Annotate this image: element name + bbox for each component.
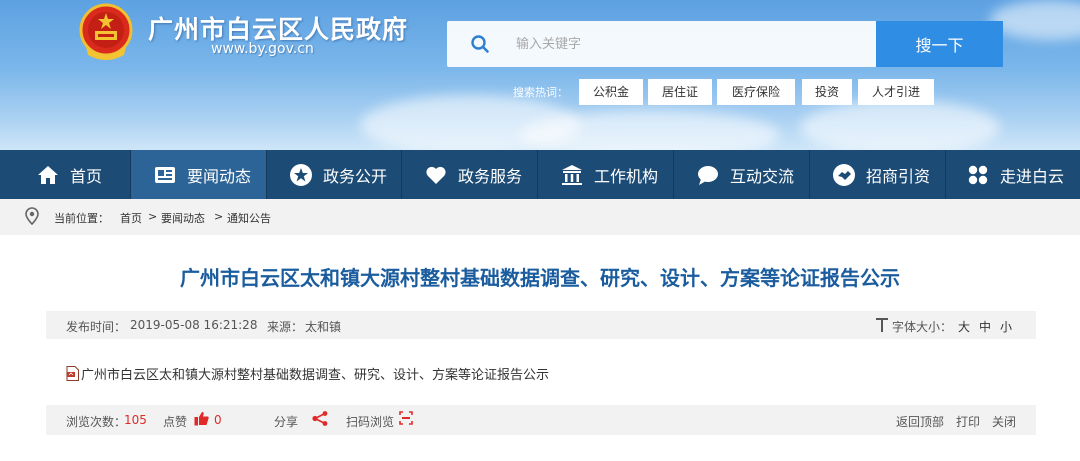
article-title: 广州市白云区太和镇大源村整村基础数据调查、研究、设计、方案等论证报告公示 xyxy=(180,266,900,290)
pdf-file-icon xyxy=(66,366,79,381)
breadcrumb-separator: > xyxy=(148,210,158,223)
share-icon[interactable] xyxy=(312,411,328,426)
cloud-decoration xyxy=(990,0,1080,40)
breadcrumb-item-news[interactable]: 要闻动态 xyxy=(161,210,205,226)
views-label: 浏览次数： xyxy=(66,415,127,429)
source-label: 来源： xyxy=(267,320,304,334)
nav-item-label: 工作机构 xyxy=(594,166,659,186)
views-count: 105 xyxy=(124,413,147,427)
star-icon xyxy=(290,163,312,186)
share-label[interactable]: 分享 xyxy=(274,413,298,430)
like-label[interactable]: 点赞 xyxy=(163,413,187,430)
main-nav: 首页 要闻动态 政务公开 政务服务 工作机构 互动交流 招商引资 走进白云 xyxy=(0,150,1080,199)
scan-qr-label[interactable]: 扫码浏览 xyxy=(346,413,394,430)
hot-tag[interactable]: 医疗保险 xyxy=(717,79,795,105)
handshake-icon xyxy=(833,163,855,186)
nav-item-agencies[interactable]: 工作机构 xyxy=(538,150,673,199)
search-icon xyxy=(471,35,489,53)
hot-tag[interactable]: 公积金 xyxy=(579,79,643,105)
nav-item-investment[interactable]: 招商引资 xyxy=(810,150,945,199)
breadcrumb-prefix: 当前位置： xyxy=(54,212,109,225)
cloud-decoration xyxy=(520,110,780,150)
nav-item-gov-service[interactable]: 政务服务 xyxy=(402,150,537,199)
nav-item-home[interactable]: 首页 xyxy=(0,150,130,199)
chat-icon xyxy=(698,165,718,185)
national-emblem-icon xyxy=(79,3,133,60)
nav-item-label: 走进白云 xyxy=(1000,166,1065,186)
like-count: 0 xyxy=(214,413,222,427)
nav-item-label: 政务公开 xyxy=(323,166,388,186)
search-input[interactable] xyxy=(516,33,856,55)
building-icon xyxy=(562,164,582,185)
nav-item-about[interactable]: 走进白云 xyxy=(946,150,1080,199)
nav-item-interaction[interactable]: 互动交流 xyxy=(674,150,809,199)
heart-icon xyxy=(426,166,446,184)
breadcrumb-item-home[interactable]: 首页 xyxy=(120,210,142,226)
home-icon xyxy=(38,165,58,184)
thumbs-up-icon[interactable] xyxy=(194,411,209,426)
news-icon xyxy=(155,166,175,183)
qr-code-icon[interactable] xyxy=(399,411,413,425)
site-url: www.by.gov.cn xyxy=(211,41,314,57)
nav-item-label: 要闻动态 xyxy=(187,166,252,186)
grid-icon xyxy=(968,165,988,184)
close-link[interactable]: 关闭 xyxy=(992,413,1016,430)
nav-item-label: 招商引资 xyxy=(866,166,931,186)
nav-item-label: 首页 xyxy=(70,166,103,186)
cloud-decoration xyxy=(800,100,1000,150)
breadcrumb-separator: > xyxy=(214,210,224,223)
back-to-top-link[interactable]: 返回顶部 xyxy=(896,413,944,430)
nav-item-label: 政务服务 xyxy=(458,166,523,186)
publish-time: 2019-05-08 16:21:28 xyxy=(130,318,258,332)
nav-item-news[interactable]: 要闻动态 xyxy=(131,150,266,199)
font-size-medium[interactable]: 中 xyxy=(979,318,991,335)
attachment-link[interactable]: 广州市白云区太和镇大源村整村基础数据调查、研究、设计、方案等论证报告公示 xyxy=(81,364,549,383)
location-pin-icon xyxy=(25,207,39,225)
font-size-large[interactable]: 大 xyxy=(958,318,970,335)
publish-label: 发布时间： xyxy=(66,320,127,334)
hot-words-label: 搜索热词： xyxy=(513,86,568,99)
hot-tag[interactable]: 居住证 xyxy=(648,79,712,105)
print-link[interactable]: 打印 xyxy=(956,413,980,430)
hot-tag[interactable]: 人才引进 xyxy=(858,79,934,105)
breadcrumb-item-notice[interactable]: 通知公告 xyxy=(227,210,271,226)
search-button[interactable]: 搜一下 xyxy=(876,21,1003,67)
hot-tag[interactable]: 投资 xyxy=(802,79,852,105)
nav-item-label: 互动交流 xyxy=(730,166,795,186)
font-size-label: 字体大小： xyxy=(892,320,953,334)
font-size-small[interactable]: 小 xyxy=(1000,318,1012,335)
source-value: 太和镇 xyxy=(305,320,342,334)
nav-item-gov-open[interactable]: 政务公开 xyxy=(267,150,401,199)
font-size-icon xyxy=(876,318,888,332)
